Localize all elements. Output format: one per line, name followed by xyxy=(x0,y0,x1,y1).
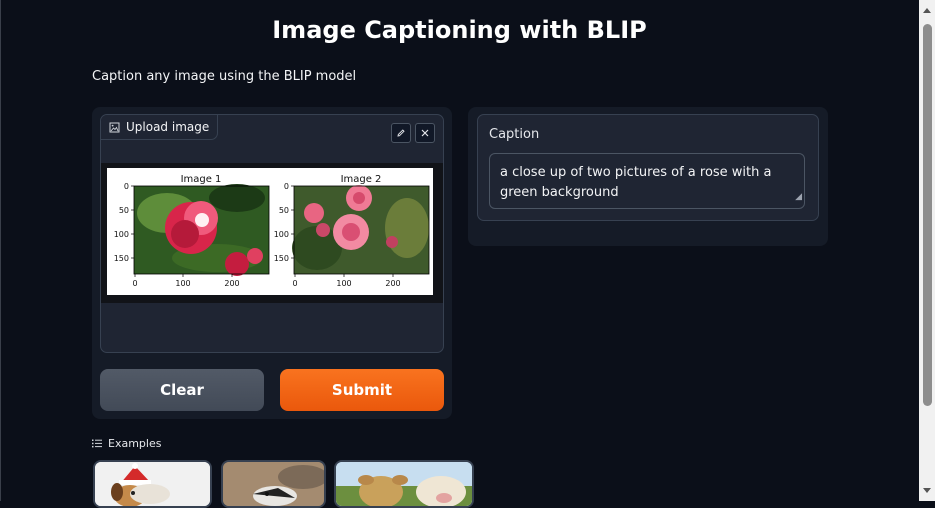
image-upload-area[interactable]: Upload image Image 1 0 50 100 150 0 100 … xyxy=(100,114,444,353)
upload-image-label-text: Upload image xyxy=(126,120,210,134)
edit-button[interactable] xyxy=(391,123,411,143)
examples-header: Examples xyxy=(92,437,161,450)
subplot-1-ytick: 100 xyxy=(114,230,129,239)
subplot-2-xtick: 0 xyxy=(292,279,297,288)
caption-textbox[interactable]: a close up of two pictures of a rose wit… xyxy=(489,153,805,209)
page-title: Image Captioning with BLIP xyxy=(272,16,647,44)
caption-block: Caption a close up of two pictures of a … xyxy=(477,114,819,221)
examples-label: Examples xyxy=(108,437,162,450)
scroll-up-arrow-icon[interactable] xyxy=(923,8,931,13)
subplot-1-title: Image 1 xyxy=(181,174,222,185)
example-image-2 xyxy=(223,462,324,506)
scroll-down-arrow-icon[interactable] xyxy=(923,488,931,493)
subplot-1-ytick: 150 xyxy=(114,254,129,263)
subplot-1-xtick: 200 xyxy=(224,279,239,288)
caption-label: Caption xyxy=(489,127,540,142)
subplot-1-ytick: 0 xyxy=(124,182,129,191)
output-panel: Caption a close up of two pictures of a … xyxy=(468,107,828,246)
upload-image-label: Upload image xyxy=(101,115,219,140)
scrollbar-thumb[interactable] xyxy=(923,24,932,406)
page-description: Caption any image using the BLIP model xyxy=(92,69,357,84)
matplotlib-figure: Image 1 0 50 100 150 0 100 200 Image 2 0… xyxy=(114,174,430,288)
subplot-2-xtick: 100 xyxy=(336,279,351,288)
page-scrollbar[interactable] xyxy=(919,0,935,501)
subplot-2-ytick: 50 xyxy=(279,206,289,215)
uploaded-image-container: Image 1 0 50 100 150 0 100 200 Image 2 0… xyxy=(101,163,443,303)
uploaded-image: Image 1 0 50 100 150 0 100 200 Image 2 0… xyxy=(107,168,433,295)
example-image-3 xyxy=(336,462,472,506)
clear-button[interactable]: Clear xyxy=(100,369,264,411)
submit-button[interactable]: Submit xyxy=(280,369,444,411)
image-icon xyxy=(109,122,120,132)
close-icon xyxy=(421,129,429,137)
resize-handle-icon[interactable]: ◢ xyxy=(795,187,802,207)
subplot-2-title: Image 2 xyxy=(341,174,382,185)
list-icon xyxy=(92,439,102,448)
subplot-2-xtick: 200 xyxy=(385,279,400,288)
caption-text: a close up of two pictures of a rose wit… xyxy=(500,165,772,200)
subplot-1-ytick: 50 xyxy=(119,206,129,215)
subplot-1-xtick: 0 xyxy=(132,279,137,288)
example-image-1 xyxy=(95,462,210,506)
remove-image-button[interactable] xyxy=(415,123,435,143)
subplot-2-ytick: 100 xyxy=(274,230,289,239)
subplot-2-ytick: 0 xyxy=(284,182,289,191)
pencil-icon xyxy=(397,129,405,137)
input-panel: Upload image Image 1 0 50 100 150 0 100 … xyxy=(92,107,452,419)
subplot-2-ytick: 150 xyxy=(274,254,289,263)
subplot-1-xtick: 100 xyxy=(175,279,190,288)
